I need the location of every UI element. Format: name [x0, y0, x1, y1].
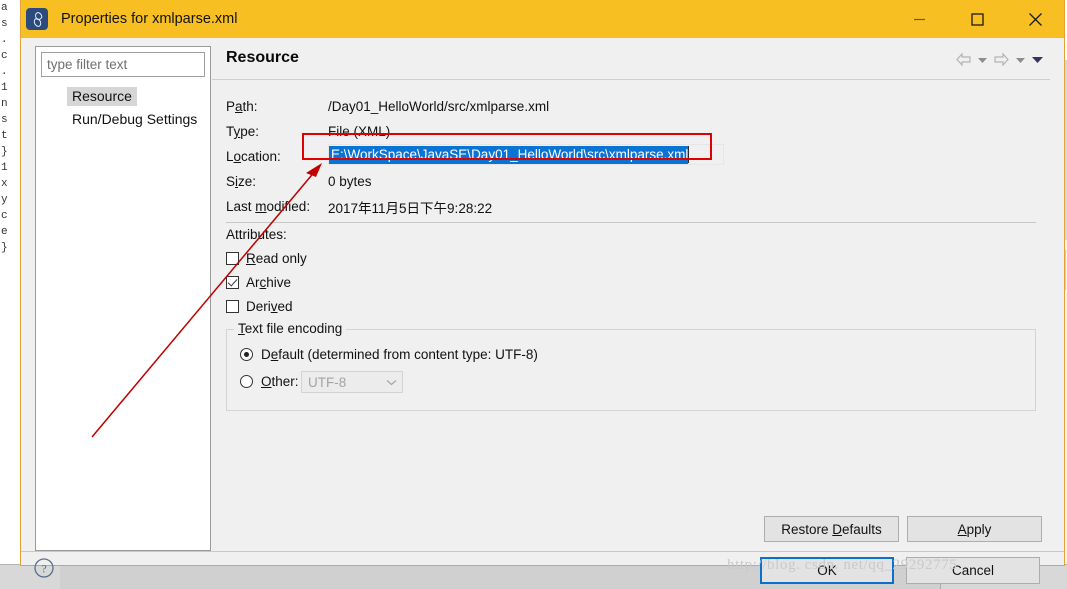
page-navigation	[955, 52, 1044, 67]
encoding-select-value: UTF-8	[308, 374, 347, 390]
minimize-button[interactable]	[890, 0, 948, 38]
apply-label: Apply	[957, 521, 992, 537]
dialog-titlebar[interactable]: Properties for xmlparse.xml	[21, 0, 1064, 38]
sidebar-item-label: Resource	[72, 88, 132, 104]
path-label: Path:	[226, 99, 258, 114]
text-caret	[688, 146, 690, 163]
background-tab[interactable]	[370, 565, 601, 589]
window-controls	[890, 0, 1064, 38]
eclipse-icon	[26, 8, 48, 30]
dialog-title: Properties for xmlparse.xml	[61, 11, 238, 27]
cancel-label: Cancel	[951, 563, 995, 578]
background-tab[interactable]	[60, 565, 291, 589]
checkbox-label: Archive	[246, 275, 292, 290]
checkbox-label: Read only	[246, 251, 307, 266]
page-title: Resource	[226, 49, 299, 66]
close-button[interactable]	[1006, 0, 1064, 38]
checkbox-box[interactable]	[226, 300, 239, 313]
checkbox-box[interactable]	[226, 276, 239, 289]
watermark: http://blog. csdn. net/qq_29292775	[727, 557, 958, 573]
help-icon[interactable]: ?	[33, 557, 55, 579]
property-row-size: Size: 0 bytes	[226, 171, 372, 192]
sidebar-item-resource[interactable]: Resource	[67, 87, 137, 106]
background-tab[interactable]	[290, 565, 371, 589]
filter-input[interactable]	[41, 52, 205, 77]
property-row-type: Type: File (XML)	[226, 121, 390, 142]
checkbox-derived[interactable]: Derived	[226, 299, 293, 314]
radio-label: Other:	[261, 374, 299, 389]
footer-divider	[21, 551, 1064, 552]
property-row-last-modified: Last modified: 2017年11月5日下午9:28:22	[226, 196, 492, 217]
last-modified-value: 2017年11月5日下午9:28:22	[328, 200, 493, 216]
back-arrow-icon[interactable]	[955, 52, 972, 67]
header-divider	[212, 79, 1050, 80]
attributes-label: Attributes:	[226, 227, 287, 242]
radio-button[interactable]	[240, 375, 253, 388]
text-file-encoding-group	[226, 329, 1036, 411]
checkbox-label: Derived	[246, 299, 293, 314]
checkbox-archive[interactable]: Archive	[226, 275, 291, 290]
dialog-body: Resource Run/Debug Settings Resource	[21, 38, 1064, 584]
properties-dialog: Properties for xmlparse.xml Resource Run…	[20, 0, 1065, 584]
radio-label: Default (determined from content type: U…	[261, 347, 538, 362]
background-editor-text: a s. c. 1 n s t} 1 x y c e}	[0, 0, 22, 565]
section-divider	[226, 222, 1036, 223]
sidebar-item-run-debug-settings[interactable]: Run/Debug Settings	[67, 110, 202, 129]
type-value: File (XML)	[328, 124, 391, 139]
checkbox-box[interactable]	[226, 252, 239, 265]
path-value: /Day01_HelloWorld/src/xmlparse.xml	[328, 99, 550, 114]
text-file-encoding-legend: Text file encoding	[234, 321, 347, 336]
restore-defaults-label: Restore Defaults	[781, 521, 882, 537]
radio-button[interactable]	[240, 348, 253, 361]
restore-defaults-button[interactable]: Restore Defaults	[764, 516, 899, 542]
forward-arrow-icon[interactable]	[993, 52, 1010, 67]
property-row-path: Path: /Day01_HelloWorld/src/xmlparse.xml	[226, 96, 549, 117]
radio-default-encoding[interactable]: Default (determined from content type: U…	[240, 347, 538, 362]
size-label: Size:	[226, 174, 257, 189]
encoding-select[interactable]: UTF-8	[301, 371, 403, 393]
svg-text:?: ?	[41, 562, 46, 576]
property-row-location: Location:	[226, 146, 328, 167]
resource-page: Resource Path: /Day01_HelloWorld/src/xml…	[212, 46, 1050, 551]
location-label: Location:	[226, 149, 281, 164]
checkbox-read-only[interactable]: Read only	[226, 251, 307, 266]
location-field[interactable]: E:\WorkSpace\JavaSE\Day01_HelloWorld\src…	[328, 144, 724, 165]
view-menu-icon[interactable]	[1031, 55, 1044, 64]
size-value: 0 bytes	[328, 174, 372, 189]
apply-button[interactable]: Apply	[907, 516, 1042, 542]
type-label: Type:	[226, 124, 260, 139]
settings-tree: Resource Run/Debug Settings	[35, 46, 211, 551]
back-dropdown-icon[interactable]	[977, 56, 988, 64]
forward-dropdown-icon[interactable]	[1015, 56, 1026, 64]
radio-other-encoding[interactable]: Other:	[240, 374, 299, 389]
sidebar-item-label: Run/Debug Settings	[72, 111, 198, 127]
maximize-button[interactable]	[948, 0, 1006, 38]
location-value: E:\WorkSpace\JavaSE\Day01_HelloWorld\src…	[329, 145, 689, 164]
last-modified-label: Last modified:	[226, 199, 311, 214]
chevron-down-icon	[380, 379, 402, 386]
